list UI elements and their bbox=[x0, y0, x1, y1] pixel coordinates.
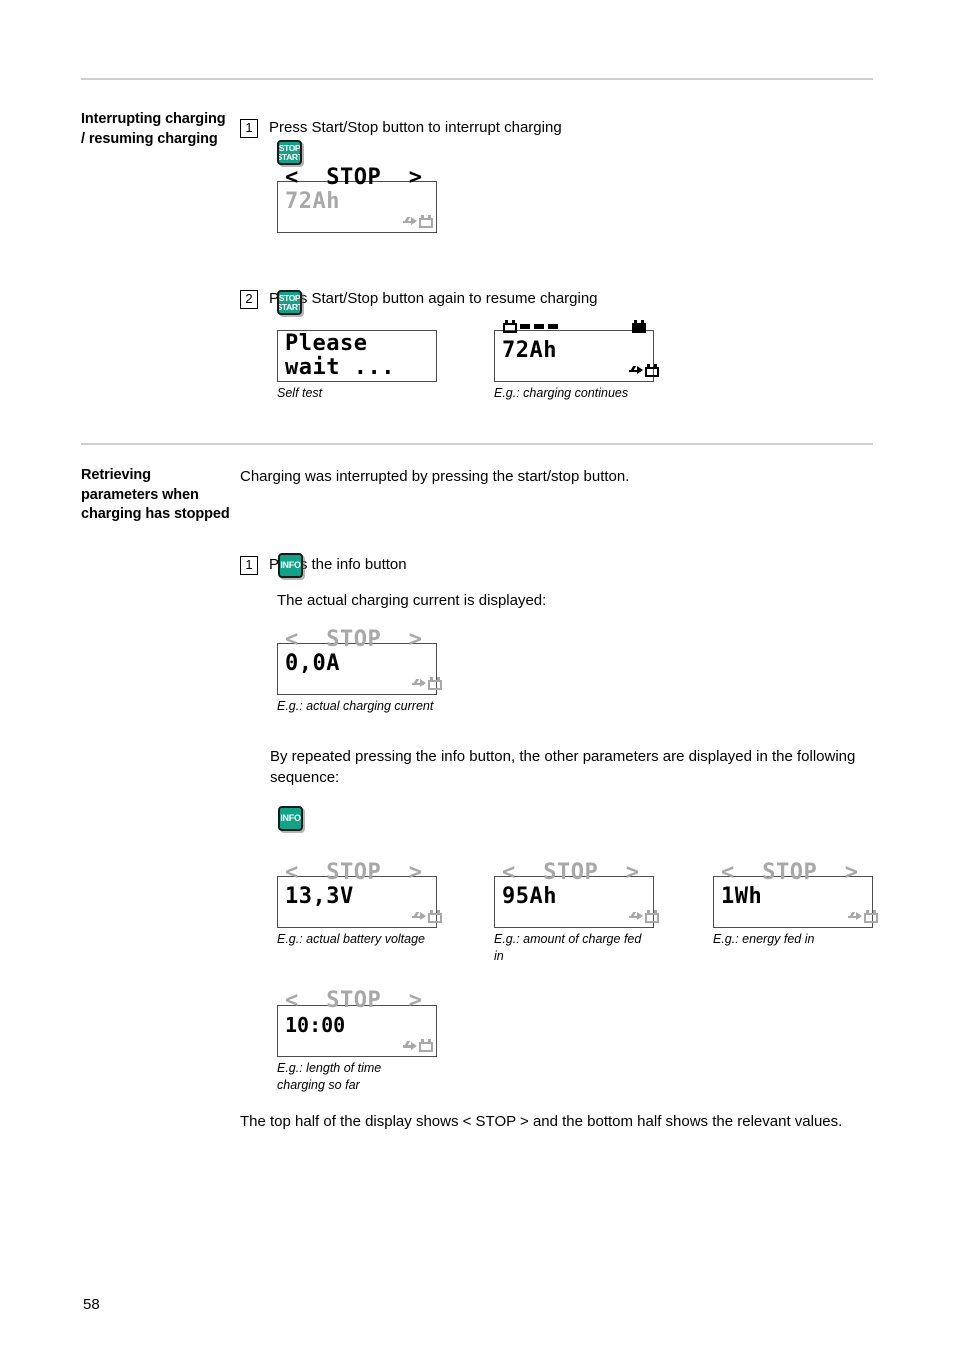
lcd-top-line: Please bbox=[285, 331, 368, 356]
lcd-top-line: < STOP > bbox=[285, 164, 423, 190]
lcd-display-actual-current: < STOP > 0,0A bbox=[277, 627, 442, 695]
lcd-bottom-line: wait ... bbox=[285, 355, 395, 380]
page-number: 58 bbox=[83, 1296, 100, 1313]
lcd-display-self-test-wrap: Please wait ... Self test bbox=[277, 330, 437, 402]
lcd-display-energy-fed-in: < STOP > 1Wh bbox=[713, 860, 878, 928]
lcd-bottom-value: 13,3V bbox=[285, 883, 354, 909]
lcd-display-please-wait: Please wait ... bbox=[277, 330, 437, 382]
step-number-badge: 1 bbox=[240, 556, 258, 575]
stop-start-button-label-stop: STOP bbox=[278, 142, 301, 153]
lcd-display-energy-wrap: < STOP > 1Wh E.g.: energy fed in bbox=[713, 860, 878, 948]
step-number-badge: 1 bbox=[240, 119, 258, 138]
stop-start-button-label-stop: STOP bbox=[278, 292, 301, 303]
lcd-caption: E.g.: amount of charge fed in bbox=[494, 932, 642, 963]
closing-text: The top half of the display shows < STOP… bbox=[240, 1113, 843, 1130]
step-number-badge: 2 bbox=[240, 290, 258, 309]
lcd-display-charging-time: < STOP > 10:00 bbox=[277, 989, 437, 1057]
section-divider-middle bbox=[81, 443, 873, 445]
lcd-display-charging-continues: 72Ah bbox=[494, 319, 659, 382]
lcd-bottom-value: 72Ah bbox=[502, 337, 557, 363]
lcd-display-charging-continues-wrap: 72Ah E.g.: charging continues bbox=[494, 319, 659, 402]
arrow-to-battery-icon bbox=[804, 890, 878, 944]
lcd-display-voltage-wrap: < STOP > 13,3V E.g.: actual battery volt… bbox=[277, 860, 442, 948]
lcd-display-battery-voltage: < STOP > 13,3V bbox=[277, 860, 442, 928]
step-instruction-text: Press Start/Stop button again to resume … bbox=[269, 290, 598, 307]
info-button-label: INFO bbox=[280, 813, 301, 823]
stop-start-button-label-start: START bbox=[277, 302, 302, 312]
lcd-caption: E.g.: actual battery voltage bbox=[277, 932, 426, 946]
section-heading-retrieving-parameters: Retrieving parameters when charging has … bbox=[81, 467, 230, 522]
step-row-info: 1 Press the info button bbox=[240, 554, 954, 575]
lcd-display-current-wrap: < STOP > 0,0A E.g.: actual charging curr… bbox=[277, 627, 442, 715]
lcd-top-line: < STOP > bbox=[721, 859, 859, 885]
lcd-display-charge-fed-in: < STOP > 95Ah bbox=[494, 860, 659, 928]
lcd-bottom-value: 95Ah bbox=[502, 883, 557, 909]
lcd-bottom-value: 72Ah bbox=[285, 188, 340, 214]
stop-start-button-label-start: START bbox=[277, 152, 302, 162]
section-divider-top bbox=[81, 78, 873, 80]
info-button-label: INFO bbox=[280, 560, 301, 570]
lcd-top-line: < STOP > bbox=[502, 859, 640, 885]
info-button[interactable]: INFO bbox=[278, 806, 303, 831]
lcd-display-stop-72ah: < STOP > 72Ah bbox=[277, 165, 437, 233]
lcd-bottom-value: 1Wh bbox=[721, 883, 763, 909]
battery-charging-animation-icon bbox=[502, 315, 646, 339]
lcd-bottom-value: 10:00 bbox=[285, 1013, 346, 1037]
step-instruction-text: Press Start/Stop button to interrupt cha… bbox=[269, 119, 562, 136]
info-button[interactable]: INFO bbox=[278, 553, 303, 578]
lcd-bottom-value: 0,0A bbox=[285, 650, 340, 676]
lcd-display-time-wrap: < STOP > 10:00 E.g.: length of time char… bbox=[277, 989, 437, 1094]
repeat-info-text: By repeated pressing the info button, th… bbox=[270, 748, 856, 786]
section-heading-interrupting-charging: Interrupting charging / resuming chargin… bbox=[81, 111, 226, 147]
lcd-top-line: < STOP > bbox=[285, 626, 423, 652]
lcd-caption: E.g.: actual charging current bbox=[277, 699, 434, 713]
stop-start-button[interactable]: STOP START bbox=[277, 290, 302, 315]
document-page: Interrupting charging / resuming chargin… bbox=[0, 0, 954, 1350]
section-intro-text: Charging was interrupted by pressing the… bbox=[240, 468, 630, 485]
lcd-caption: Self test bbox=[277, 386, 323, 400]
lcd-top-line: < STOP > bbox=[285, 859, 423, 885]
arrow-to-battery-icon bbox=[367, 195, 434, 249]
actual-current-text: The actual charging current is displayed… bbox=[277, 592, 547, 609]
lcd-display-charge-wrap: < STOP > 95Ah E.g.: amount of charge fed… bbox=[494, 860, 659, 965]
lcd-top-line: < STOP > bbox=[285, 988, 423, 1013]
stop-start-button[interactable]: STOP START bbox=[277, 140, 302, 165]
step-row-1: 1 Press Start/Stop button to interrupt c… bbox=[240, 117, 954, 138]
